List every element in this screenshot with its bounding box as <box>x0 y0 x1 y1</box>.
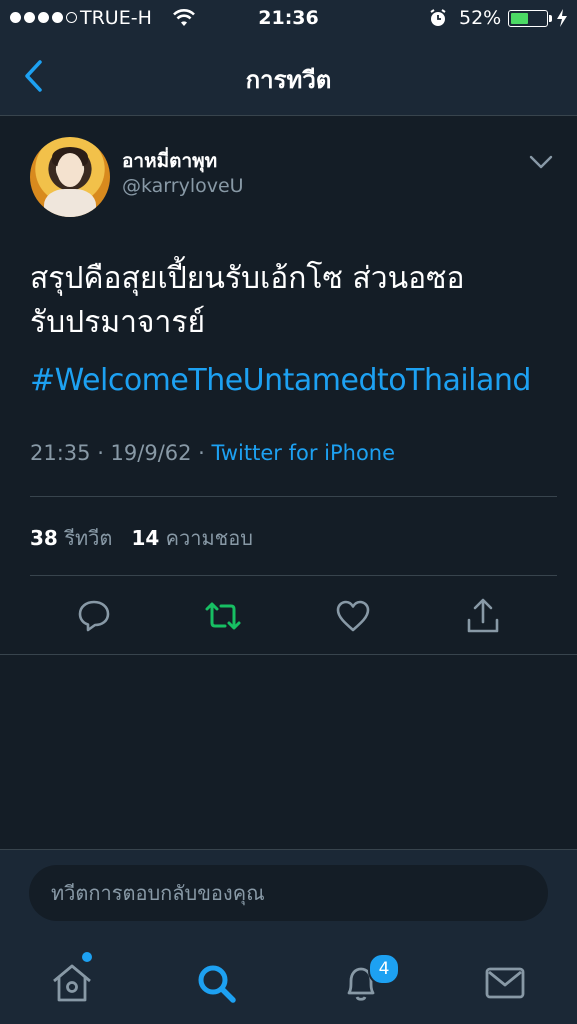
like-heart-icon[interactable] <box>333 596 373 636</box>
messages-envelope-icon[interactable] <box>482 960 528 1006</box>
hashtag-link[interactable]: #WelcomeTheUntamedtoThailand <box>30 359 560 403</box>
tweet-text-line: สรุปคือสุยเปี้ยนรับเอ้กโซ ส่วนอซอ <box>30 261 465 296</box>
avatar[interactable] <box>30 137 110 217</box>
tweet-text: สรุปคือสุยเปี้ยนรับเอ้กโซ ส่วนอซอ รับปรม… <box>30 257 560 403</box>
page-title: การทวีต <box>245 66 332 94</box>
status-bar: TRUE-H 21:36 52% <box>0 0 577 36</box>
author-handle[interactable]: @karryloveU <box>122 175 244 197</box>
tweet-text-line: รับปรมาจารย์ <box>30 305 206 340</box>
reply-input[interactable] <box>29 865 548 921</box>
like-count[interactable]: 14 <box>131 526 159 550</box>
home-new-indicator <box>82 952 92 962</box>
retweet-count[interactable]: 38 <box>30 526 58 550</box>
divider <box>30 496 557 497</box>
reply-icon[interactable] <box>74 596 114 636</box>
like-label[interactable]: ความชอบ <box>166 526 253 550</box>
divider <box>0 654 577 655</box>
tweet-header: อาหมี่ตาพุท @karryloveU <box>0 117 577 217</box>
retweet-icon[interactable] <box>203 596 243 636</box>
nav-bar: การทวีต <box>0 36 577 116</box>
home-icon[interactable] <box>49 960 95 1006</box>
reply-bar <box>0 849 577 944</box>
chevron-down-icon[interactable] <box>528 153 554 171</box>
alarm-icon <box>430 9 446 26</box>
tweet-timestamp: 21:35 · 19/9/62 · <box>30 441 212 465</box>
share-icon[interactable] <box>463 596 503 636</box>
battery-icon <box>508 10 548 27</box>
battery-percent: 52% <box>459 7 502 29</box>
search-icon[interactable] <box>193 960 239 1006</box>
tweet-actions <box>0 590 577 646</box>
notifications-badge: 4 <box>368 953 400 985</box>
tweet-meta: 21:35 · 19/9/62 · Twitter for iPhone <box>30 441 395 465</box>
author-name[interactable]: อาหมี่ตาพุท <box>122 146 217 176</box>
retweet-label[interactable]: รีทวีต <box>64 526 112 550</box>
divider <box>30 575 557 576</box>
tweet-source-link[interactable]: Twitter for iPhone <box>212 441 396 465</box>
tab-bar: 4 <box>0 944 577 1024</box>
tweet-stats: 38 รีทวีต 14 ความชอบ <box>30 522 253 554</box>
charging-bolt-icon <box>557 9 567 27</box>
